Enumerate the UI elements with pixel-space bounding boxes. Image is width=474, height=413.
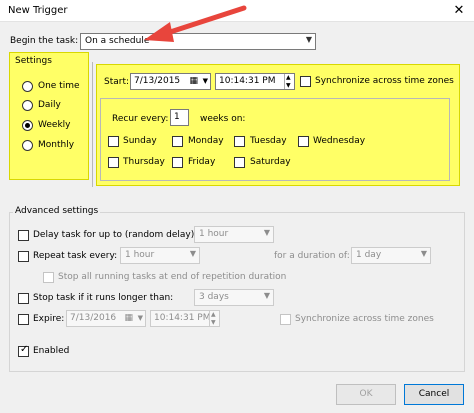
annotation-arrow-icon bbox=[144, 5, 247, 42]
settings-separator bbox=[92, 62, 93, 187]
radio-selected-dot bbox=[25, 123, 30, 128]
delay-task-checkbox[interactable] bbox=[18, 230, 29, 241]
radio-monthly-label: Monthly bbox=[38, 140, 75, 150]
spin-down-icon[interactable]: ▼ bbox=[211, 319, 216, 326]
recur-label: Recur every: bbox=[112, 114, 169, 124]
window-title: New Trigger bbox=[8, 5, 68, 16]
stop-longer-value: 3 days bbox=[199, 292, 229, 302]
repeat-task-label: Repeat task every: bbox=[33, 251, 118, 261]
radio-one-time[interactable] bbox=[22, 81, 33, 92]
day-monday-checkbox[interactable] bbox=[172, 136, 183, 147]
day-sunday-checkbox[interactable] bbox=[108, 136, 119, 147]
chevron-down-icon: ▼ bbox=[202, 77, 208, 85]
close-icon[interactable]: ✕ bbox=[450, 2, 468, 20]
day-sunday-label: Sunday bbox=[123, 136, 157, 146]
delay-task-label: Delay task for up to (random delay): bbox=[33, 230, 198, 240]
begin-task-label: Begin the task: bbox=[10, 36, 79, 46]
stop-running-label: Stop all running tasks at end of repetit… bbox=[58, 272, 287, 282]
spin-up-icon[interactable]: ▲ bbox=[211, 311, 216, 318]
calendar-icon[interactable]: ▦ bbox=[124, 313, 133, 323]
chevron-down-icon: ▼ bbox=[305, 35, 312, 44]
radio-weekly-label: Weekly bbox=[38, 120, 71, 130]
delay-value: 1 hour bbox=[199, 229, 229, 239]
settings-title: Settings bbox=[15, 56, 52, 66]
settings-radio-panel bbox=[9, 52, 89, 180]
duration-label: for a duration of: bbox=[274, 251, 350, 261]
recur-suffix: weeks on: bbox=[200, 114, 246, 124]
chevron-down-icon: ▼ bbox=[189, 249, 196, 258]
checkmark-icon: ✓ bbox=[20, 344, 29, 355]
time-spinner[interactable]: ▲ ▼ bbox=[209, 311, 219, 326]
stop-running-checkbox[interactable] bbox=[43, 272, 54, 283]
day-tuesday-label: Tuesday bbox=[250, 136, 287, 146]
expire-date-picker[interactable]: 7/13/2016 ▦ ▼ bbox=[66, 310, 146, 327]
chevron-down-icon: ▼ bbox=[137, 314, 143, 322]
stop-longer-select[interactable]: 3 days ▼ bbox=[194, 289, 274, 306]
expire-date-value: 7/13/2016 bbox=[70, 313, 117, 323]
spin-up-icon[interactable]: ▲ bbox=[286, 74, 291, 81]
ok-button[interactable]: OK bbox=[336, 384, 396, 405]
chevron-down-icon: ▼ bbox=[263, 291, 270, 300]
recur-weeks-value: 1 bbox=[174, 112, 180, 122]
cancel-button[interactable]: Cancel bbox=[404, 384, 464, 405]
day-saturday-label: Saturday bbox=[250, 157, 291, 167]
time-spinner[interactable]: ▲ ▼ bbox=[284, 74, 294, 89]
sync-timezones-label: Synchronize across time zones bbox=[315, 76, 454, 86]
radio-daily-label: Daily bbox=[38, 100, 61, 110]
chevron-down-icon: ▼ bbox=[420, 249, 427, 258]
spin-down-icon[interactable]: ▼ bbox=[286, 82, 291, 89]
day-saturday-checkbox[interactable] bbox=[234, 157, 245, 168]
delay-select[interactable]: 1 hour ▼ bbox=[194, 226, 274, 243]
repeat-task-checkbox[interactable] bbox=[18, 251, 29, 262]
calendar-icon[interactable]: ▦ bbox=[189, 76, 198, 86]
advanced-settings-title: Advanced settings bbox=[13, 206, 101, 216]
chevron-down-icon: ▼ bbox=[263, 228, 270, 237]
radio-one-time-label: One time bbox=[38, 81, 80, 91]
radio-daily[interactable] bbox=[22, 100, 33, 111]
radio-weekly[interactable] bbox=[22, 120, 33, 131]
day-monday-label: Monday bbox=[188, 136, 224, 146]
expire-sync-label: Synchronize across time zones bbox=[295, 314, 434, 324]
start-date-value: 7/13/2015 bbox=[134, 76, 181, 86]
repeat-select[interactable]: 1 hour ▼ bbox=[120, 247, 200, 264]
day-wednesday-label: Wednesday bbox=[313, 136, 366, 146]
start-time-value: 10:14:31 PM bbox=[219, 76, 276, 86]
day-friday-label: Friday bbox=[188, 157, 216, 167]
expire-sync-checkbox[interactable] bbox=[280, 314, 291, 325]
day-thursday-label: Thursday bbox=[123, 157, 165, 167]
expire-time-input[interactable]: 10:14:31 PM ▲ ▼ bbox=[150, 310, 220, 327]
start-date-picker[interactable]: 7/13/2015 ▦ ▼ bbox=[130, 73, 211, 90]
day-wednesday-checkbox[interactable] bbox=[298, 136, 309, 147]
recur-weeks-input[interactable]: 1 bbox=[170, 109, 189, 126]
repeat-value: 1 hour bbox=[125, 250, 155, 260]
expire-checkbox[interactable] bbox=[18, 314, 29, 325]
expire-label: Expire: bbox=[33, 314, 65, 324]
stop-longer-checkbox[interactable] bbox=[18, 293, 29, 304]
radio-monthly[interactable] bbox=[22, 140, 33, 151]
start-time-input[interactable]: 10:14:31 PM ▲ ▼ bbox=[215, 73, 295, 90]
enabled-label: Enabled bbox=[33, 346, 70, 356]
enabled-checkbox[interactable]: ✓ bbox=[18, 344, 29, 357]
duration-value: 1 day bbox=[356, 250, 382, 260]
stop-longer-label: Stop task if it runs longer than: bbox=[33, 293, 174, 303]
start-label: Start: bbox=[104, 77, 130, 87]
day-tuesday-checkbox[interactable] bbox=[234, 136, 245, 147]
day-friday-checkbox[interactable] bbox=[172, 157, 183, 168]
duration-select[interactable]: 1 day ▼ bbox=[351, 247, 431, 264]
sync-timezones-checkbox[interactable] bbox=[300, 76, 311, 87]
expire-time-value: 10:14:31 PM bbox=[154, 313, 211, 323]
day-thursday-checkbox[interactable] bbox=[108, 157, 119, 168]
